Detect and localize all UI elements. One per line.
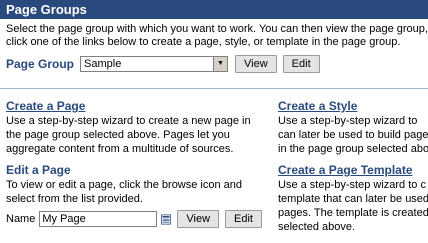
intro-line: Select the page group with which you wan… (6, 23, 428, 35)
create-style-description: Use a step-by-step wizard to can later b… (278, 114, 428, 156)
description-line: Use a step-by-step wizard to (278, 115, 418, 127)
page-group-row: Page Group Sample ▼ View Edit (0, 53, 428, 75)
divider (0, 88, 428, 89)
description-line: aggregate content from a multitude of so… (6, 143, 234, 155)
create-page-template-link[interactable]: Create a Page Template (278, 163, 428, 177)
edit-page-view-button[interactable]: View (177, 210, 220, 228)
description-line: selected above. (278, 221, 356, 233)
page-group-label: Page Group (6, 57, 75, 71)
page-group-edit-button[interactable]: Edit (282, 55, 320, 73)
browse-list-icon[interactable] (161, 213, 172, 226)
description-line: pages. The template is created (278, 207, 428, 219)
description-line: To view or edit a page, click the browse… (6, 179, 243, 191)
description-line: Use a step-by-step wizard to create a ne… (6, 115, 251, 127)
page-name-input[interactable] (39, 211, 158, 227)
page-group-view-button[interactable]: View (235, 55, 277, 73)
page-group-selected-value: Sample (84, 58, 122, 70)
description-line: select from the list provided. (6, 193, 143, 205)
description-line: in the page group selected above (278, 143, 428, 155)
description-line: the page group selected above. Pages let… (6, 129, 230, 141)
create-page-link[interactable]: Create a Page (6, 99, 268, 113)
page: Page Groups Select the page group with w… (0, 0, 428, 243)
intro-line: click one of the links below to create a… (6, 36, 401, 48)
description-line: can later be used to build pages (278, 129, 428, 141)
create-template-description: Use a step-by-step wizard to c template … (278, 178, 428, 234)
page-title: Page Groups (0, 0, 428, 19)
edit-page-edit-button[interactable]: Edit (225, 210, 262, 228)
edit-page-name-row: Name View Edit (6, 210, 268, 228)
name-label: Name (6, 213, 36, 225)
edit-page-description: To view or edit a page, click the browse… (6, 178, 268, 206)
create-page-description: Use a step-by-step wizard to create a ne… (6, 114, 268, 156)
edit-page-heading: Edit a Page (6, 163, 71, 177)
description-line: template that can later be used (278, 193, 428, 205)
create-style-link[interactable]: Create a Style (278, 99, 428, 113)
dropdown-arrow-icon[interactable]: ▼ (213, 57, 228, 71)
right-column: Create a Style Use a step-by-step wizard… (278, 99, 428, 234)
description-line: Use a step-by-step wizard to c (278, 179, 426, 191)
left-column: Create a Page Use a step-by-step wizard … (6, 99, 268, 228)
page-group-select[interactable]: Sample ▼ (80, 56, 229, 72)
intro-text: Select the page group with which you wan… (0, 19, 428, 49)
